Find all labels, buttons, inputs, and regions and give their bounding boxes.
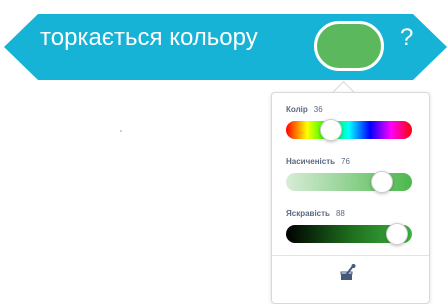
brightness-label: Яскравість 88 [286, 209, 345, 218]
hue-value: 36 [313, 105, 323, 114]
saturation-value: 76 [341, 157, 350, 166]
hue-slider-thumb[interactable] [320, 119, 343, 141]
brightness-label-text: Яскравість [286, 209, 330, 218]
hue-slider[interactable] [286, 119, 412, 141]
popup-divider [272, 255, 429, 256]
color-picker-popup: Колір 36 Насиченість 76 Яскравість 88 [271, 92, 430, 304]
hue-label: Колір 36 [286, 105, 323, 114]
brightness-slider-thumb[interactable] [385, 223, 408, 245]
saturation-label: Насиченість 76 [286, 157, 350, 166]
background-speck [120, 130, 122, 132]
block-label: торкається кольору [40, 24, 258, 51]
question-mark: ? [400, 24, 414, 51]
hue-label-text: Колір [286, 105, 308, 114]
brightness-value: 88 [335, 209, 345, 218]
eyedropper-icon[interactable] [338, 263, 358, 283]
saturation-slider-thumb[interactable] [370, 171, 393, 193]
color-swatch[interactable] [314, 21, 384, 71]
brightness-slider[interactable] [286, 223, 412, 245]
saturation-slider[interactable] [286, 171, 412, 193]
saturation-label-text: Насиченість [286, 157, 336, 166]
